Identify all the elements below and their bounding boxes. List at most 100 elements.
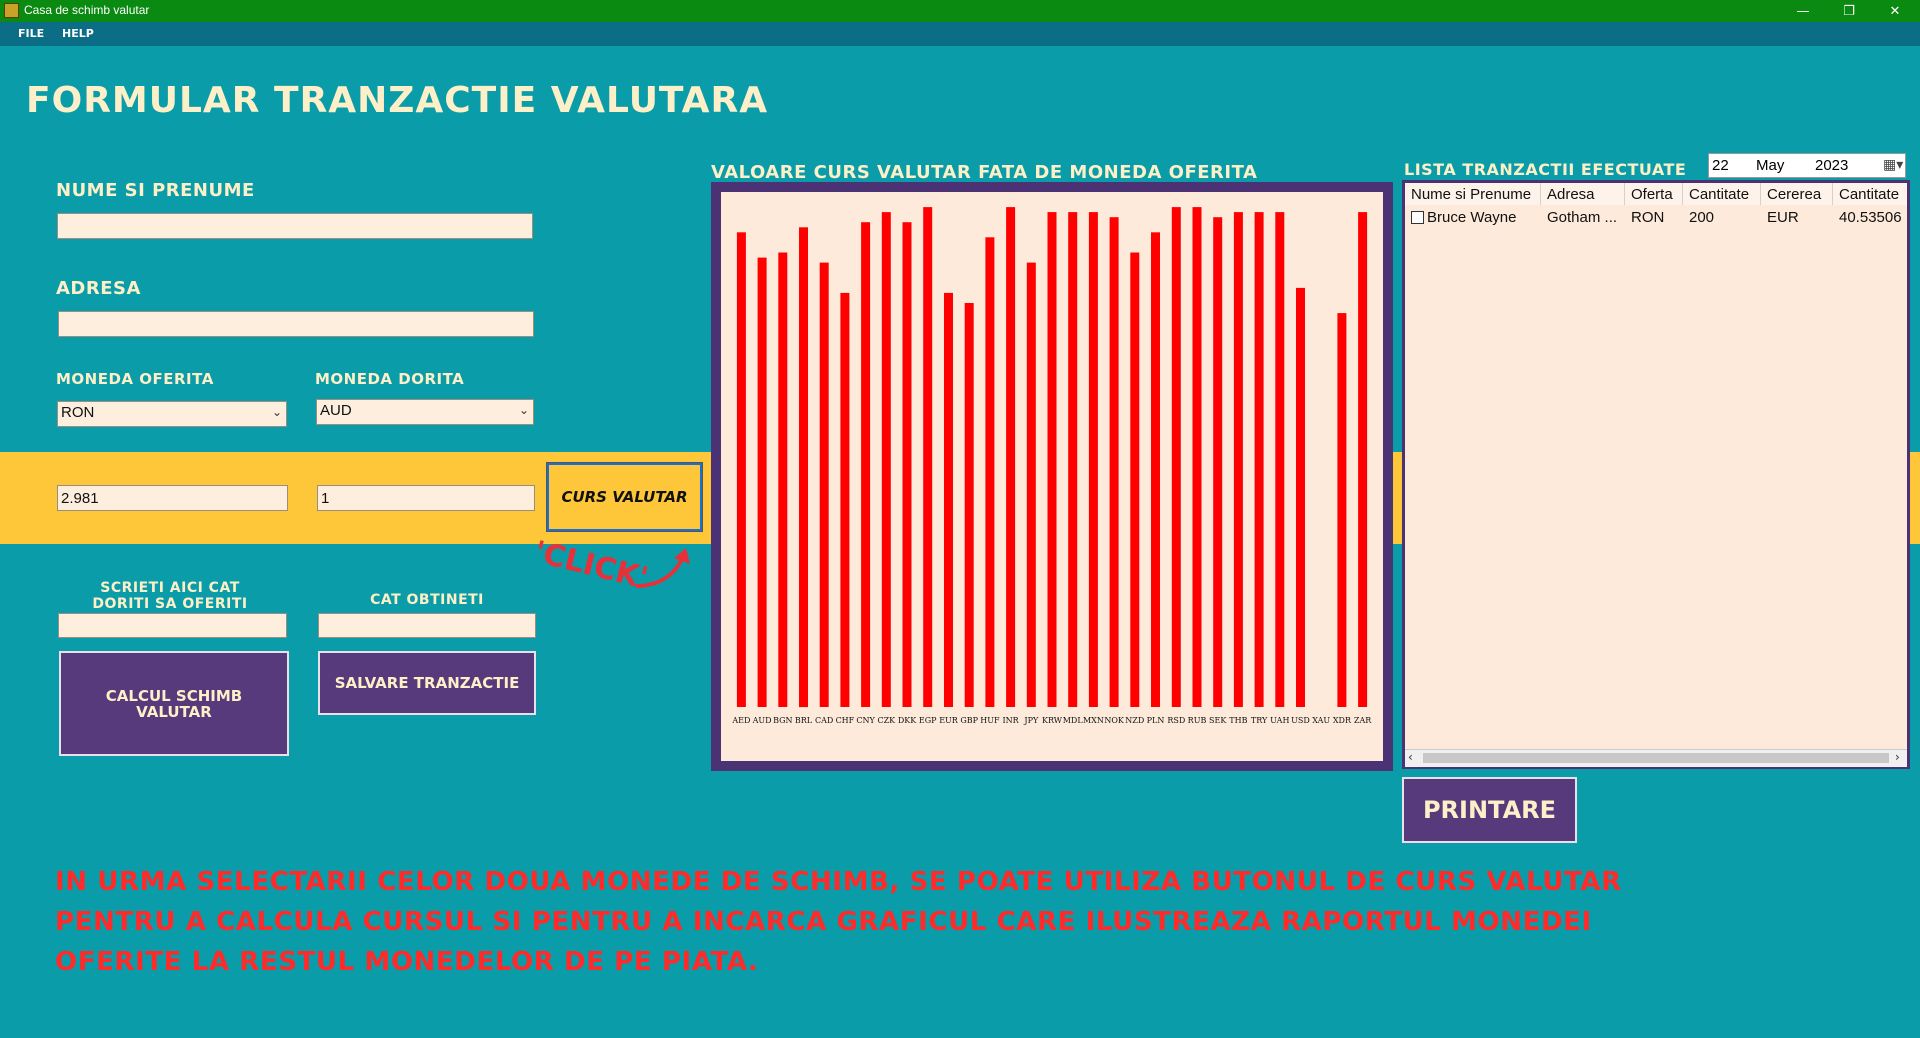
tick-label-uah: UAH [1270,716,1289,725]
date-year[interactable]: 2023 [1815,157,1848,174]
amount-input[interactable] [58,613,287,638]
desired-currency-value: AUD [320,402,352,419]
bar-usd [1296,287,1305,707]
column-header-name[interactable]: Nume si Prenume [1405,183,1541,205]
offered-currency-select[interactable]: RON ⌄ [57,401,287,427]
bar-chart: AED AUD BGN BRL CAD CHF CNY CZK DKK EGP EUR GBP HUF I… [731,207,1372,725]
tick-label-usd: USD [1291,716,1310,725]
minimize-button[interactable]: — [1780,0,1826,22]
table-row[interactable]: Bruce Wayne Gotham ... RON 200 EUR 40.53… [1405,207,1907,229]
column-header-quantity2[interactable]: Cantitate [1833,183,1907,205]
tick-label-jpy: JPY [1023,716,1039,725]
calc-button-line2: VALUTAR [136,702,212,721]
bar-pln [1151,232,1160,708]
desired-currency-select[interactable]: AUD ⌄ [316,399,534,425]
calc-button-line1: CALCUL SCHIMB [105,686,243,705]
tick-label-try: TRY [1251,716,1268,725]
tick-label-rub: RUB [1188,716,1207,725]
name-input[interactable] [57,213,533,239]
scroll-right-icon[interactable]: › [1895,750,1900,764]
column-header-address[interactable]: Adresa [1541,183,1625,205]
rate-desired-field[interactable] [317,485,535,511]
tick-label-cny: CNY [856,716,875,725]
note-line3: OFERITE LA RESTUL MONEDELOR DE PE PIATA. [55,947,759,977]
tick-label-thb: THB [1229,716,1247,725]
close-button[interactable]: ✕ [1872,0,1918,22]
amount-label-line2: DORITI SA OFERITI [92,596,248,612]
row-checkbox[interactable] [1411,211,1424,224]
cell-address: Gotham ... [1547,209,1618,226]
desired-currency-label: MONEDA DORITA [315,370,465,388]
bar-thb [1233,212,1243,707]
tick-label-brl: BRL [795,716,813,725]
window-titlebar: Casa de schimb valutar — ❐ ✕ [0,0,1920,22]
bar-egp [923,207,933,707]
amount-label: SCRIETI AICI CAT DORITI SA OFERITI [58,580,282,612]
bar-mdl [1068,212,1078,707]
note-line2: PENTRU A CALCULA CURSUL SI PENTRU A INCA… [55,907,1592,937]
bar-huf [985,237,995,708]
instruction-note: IN URMA SELECTARII CELOR DOUA MONEDE DE … [55,862,1895,982]
date-picker[interactable]: 22 May 2023 ▦▾ [1708,153,1906,178]
result-field[interactable] [318,613,536,638]
menu-help[interactable]: HELP [62,27,94,40]
save-transaction-button[interactable]: SALVARE TRANZACTIE [318,651,536,715]
bar-czk [881,212,891,707]
tick-label-xau: XAU [1312,716,1330,725]
chart-title: VALOARE CURS VALUTAR FATA DE MONEDA OFER… [711,162,1258,183]
page-title: FORMULAR TRANZACTIE VALUTARA [26,80,769,121]
bar-rsd [1171,207,1181,707]
rate-offered-field[interactable] [57,485,288,511]
result-label: CAT OBTINETI [370,592,484,608]
tick-label-rsd: RSD [1167,716,1185,725]
chart-frame: AED AUD BGN BRL CAD CHF CNY CZK DKK EGP EUR GBP HUF I… [711,182,1393,771]
date-day[interactable]: 22 [1712,157,1729,174]
bar-gbp [964,303,974,707]
tick-label-inr: INR [1003,716,1020,725]
bar-aud [757,257,767,707]
tick-label-gbp: GBP [960,716,978,725]
restore-button[interactable]: ❐ [1826,0,1872,22]
cell-name: Bruce Wayne [1427,209,1517,226]
date-month[interactable]: May [1756,157,1784,174]
calc-exchange-button[interactable]: CALCUL SCHIMB VALUTAR [59,651,289,756]
tick-label-bgn: BGN [773,716,792,725]
bar-sek [1213,217,1223,707]
chart-area: AED AUD BGN BRL CAD CHF CNY CZK DKK EGP EUR GBP HUF I… [721,192,1383,761]
address-input[interactable] [58,311,534,337]
tick-label-aud: AUD [752,716,772,725]
column-header-offer[interactable]: Oferta [1625,183,1683,205]
tick-label-mdl: MDL [1063,716,1084,725]
column-header-demand[interactable]: Cererea [1761,183,1833,205]
print-button[interactable]: PRINTARE [1402,777,1577,843]
bar-cny [861,222,871,707]
bar-dkk [902,222,912,707]
address-label: ADRESA [56,278,141,299]
bar-zar [1358,212,1368,707]
bar-aed [736,232,746,708]
tick-label-sek: SEK [1209,716,1227,725]
menu-file[interactable]: FILE [18,27,44,40]
scrollbar-thumb[interactable] [1423,753,1889,763]
calendar-icon[interactable]: ▦▾ [1883,156,1903,173]
bar-try [1254,212,1264,707]
note-line1: IN URMA SELECTARII CELOR DOUA MONEDE DE … [55,867,1622,897]
rate-button[interactable]: CURS VALUTAR [546,462,703,532]
menu-bar: FILE HELP [0,22,1920,46]
chevron-down-icon: ⌄ [271,405,282,419]
scroll-left-icon[interactable]: ‹ [1408,750,1413,764]
cell-demand: EUR [1767,209,1799,226]
tick-label-eur: EUR [939,716,959,725]
tick-label-czk: CZK [877,716,896,725]
cell-quantity: 200 [1689,209,1715,226]
horizontal-scrollbar[interactable]: ‹ › [1405,749,1907,767]
tick-label-pln: PLN [1147,716,1165,725]
tick-label-zar: ZAR [1354,716,1372,725]
bar-nok [1109,217,1119,707]
column-header-quantity[interactable]: Cantitate [1683,183,1761,205]
window-title: Casa de schimb valutar [24,3,150,17]
tick-label-nzd: NZD [1125,716,1144,725]
tick-label-egp: EGP [919,716,937,725]
bar-bgn [778,252,788,707]
chevron-down-icon: ⌄ [518,403,529,417]
